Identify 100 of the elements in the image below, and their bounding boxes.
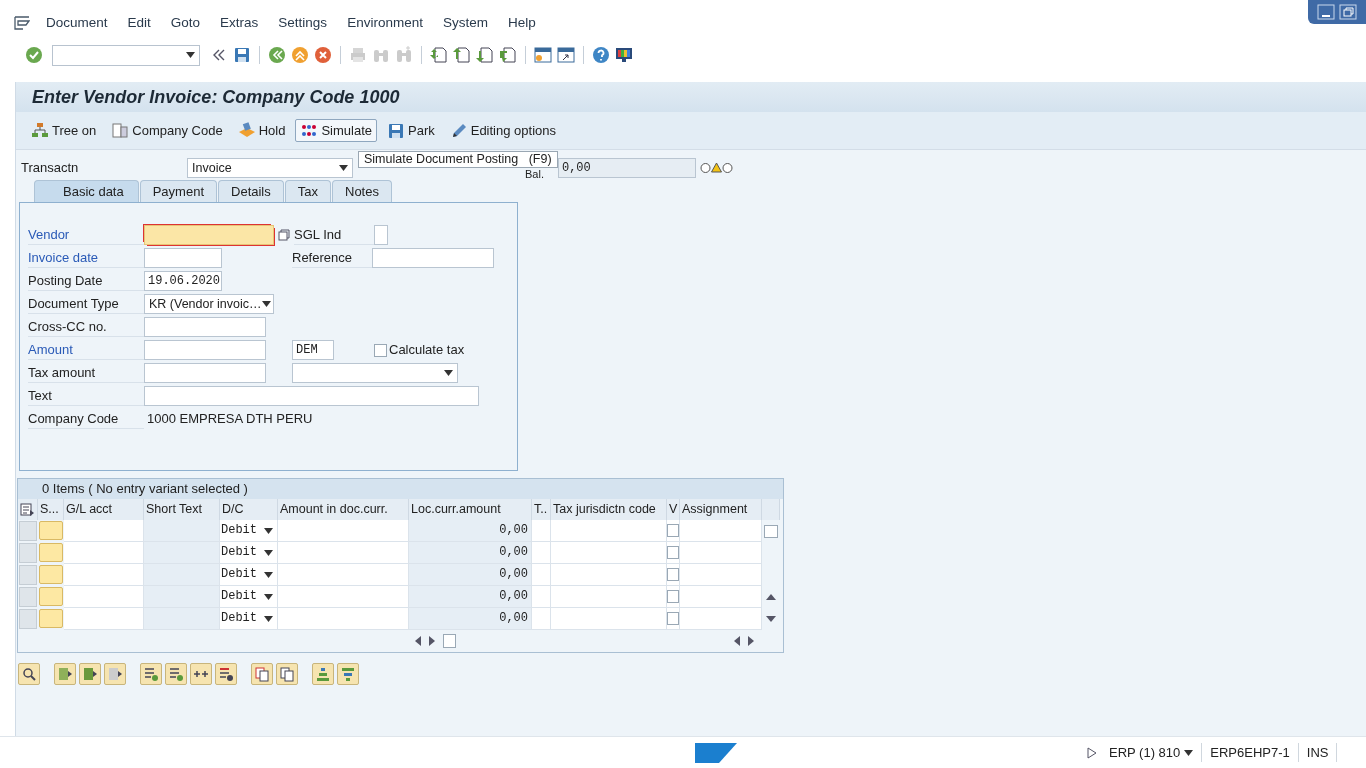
table-cell[interactable] [144, 608, 220, 630]
input-field[interactable] [144, 363, 266, 383]
toolbar-button[interactable] [165, 663, 187, 685]
checkbox[interactable] [667, 590, 679, 603]
status-cell[interactable] [39, 543, 63, 562]
checkbox[interactable] [667, 612, 679, 625]
toolbar-button[interactable] [104, 663, 126, 685]
toolbar-button[interactable] [54, 663, 76, 685]
table-cell[interactable] [278, 564, 409, 586]
shortcut-icon[interactable] [557, 46, 575, 64]
dropdown[interactable]: Debit [220, 608, 278, 630]
tab[interactable]: Notes [332, 180, 392, 202]
new-window-icon[interactable] [534, 46, 552, 64]
status-cell[interactable] [39, 609, 63, 628]
toolbar-button[interactable] [337, 663, 359, 685]
toolbar-button[interactable]: Tree on [26, 118, 102, 143]
column-header[interactable]: G/L acct [64, 499, 144, 520]
toolbar-button[interactable] [140, 663, 162, 685]
menu-item[interactable]: Document [36, 12, 118, 34]
dropdown[interactable]: Debit [220, 586, 278, 608]
table-cell[interactable] [551, 520, 667, 542]
column-header[interactable]: Assignment [680, 499, 762, 520]
scroll-left-icon[interactable] [734, 636, 740, 646]
transaction-select[interactable]: Invoice [187, 158, 353, 178]
menu-item[interactable]: Settings [268, 12, 338, 34]
menu-icon[interactable] [14, 16, 30, 30]
toolbar-button[interactable] [276, 663, 298, 685]
scrollbar-thumb[interactable] [443, 634, 456, 648]
scroll-down-icon[interactable] [766, 616, 776, 622]
row-selector[interactable] [19, 521, 37, 541]
restore-icon[interactable] [1339, 4, 1357, 20]
scroll-up-icon[interactable] [766, 594, 776, 600]
input-field[interactable] [144, 340, 266, 360]
table-cell[interactable] [551, 542, 667, 564]
dropdown[interactable]: KR (Vendor invoic… [144, 294, 274, 314]
toolbar-button[interactable]: Hold [232, 118, 291, 143]
table-cell[interactable] [278, 520, 409, 542]
minimize-icon[interactable] [1317, 4, 1335, 20]
checkbox[interactable] [667, 546, 679, 559]
menu-item[interactable]: Help [497, 12, 546, 34]
tab[interactable]: Payment [139, 180, 217, 202]
table-cell[interactable] [532, 586, 551, 608]
input-field[interactable]: 19.06.2020 [144, 271, 222, 291]
table-cell[interactable] [144, 542, 220, 564]
input-field[interactable]: DEM [292, 340, 334, 360]
menu-item[interactable]: Edit [117, 12, 161, 34]
first-page-icon[interactable] [430, 46, 448, 64]
toolbar-button[interactable] [312, 663, 334, 685]
row-selector[interactable] [19, 587, 37, 607]
menu-item[interactable]: Extras [210, 12, 269, 34]
scroll-left-icon[interactable] [415, 636, 421, 646]
exit-icon[interactable] [291, 46, 309, 64]
table-cell[interactable] [144, 586, 220, 608]
table-cell[interactable] [680, 564, 762, 586]
table-cell[interactable] [532, 542, 551, 564]
column-header[interactable]: Loc.curr.amount [409, 499, 532, 520]
checkbox[interactable] [667, 568, 679, 581]
column-header[interactable]: Tax jurisdictn code [551, 499, 667, 520]
table-cell[interactable] [144, 520, 220, 542]
command-field[interactable] [52, 44, 200, 66]
toolbar-button[interactable]: Company Code [106, 118, 228, 143]
menu-item[interactable]: System [432, 12, 498, 34]
toolbar-button[interactable]: Editing options [444, 118, 561, 143]
menu-item[interactable]: Goto [160, 12, 211, 34]
save-icon[interactable] [233, 46, 251, 64]
table-cell[interactable] [278, 586, 409, 608]
input-field[interactable] [372, 248, 494, 268]
table-cell[interactable] [532, 520, 551, 542]
previous-page-icon[interactable] [453, 46, 471, 64]
value-help-icon[interactable] [278, 229, 290, 241]
tab[interactable]: Basic data [34, 180, 139, 202]
input-field[interactable] [374, 225, 388, 245]
toolbar-button[interactable]: Park [382, 118, 440, 143]
row-selector[interactable] [19, 609, 37, 629]
table-cell[interactable] [278, 542, 409, 564]
table-cell[interactable] [680, 586, 762, 608]
table-cell[interactable] [667, 608, 680, 630]
column-header[interactable]: T.. [532, 499, 551, 520]
scroll-right-icon[interactable] [429, 636, 435, 646]
column-header[interactable]: S... [38, 499, 64, 520]
menu-item[interactable]: Environment [337, 12, 433, 34]
monitor-icon[interactable] [615, 46, 633, 64]
table-cell[interactable] [680, 542, 762, 564]
table-cell[interactable] [551, 564, 667, 586]
row-selector[interactable] [19, 565, 37, 585]
table-cell[interactable] [144, 564, 220, 586]
toolbar-button[interactable] [251, 663, 273, 685]
dropdown[interactable]: Debit [220, 520, 278, 542]
status-cell[interactable] [39, 521, 63, 540]
table-cell[interactable] [667, 520, 680, 542]
dropdown[interactable]: Debit [220, 564, 278, 586]
checkbox[interactable] [374, 343, 387, 357]
table-cell[interactable] [64, 586, 144, 608]
tab[interactable]: Details [218, 180, 284, 202]
checkbox[interactable] [667, 524, 679, 537]
table-cell[interactable] [64, 542, 144, 564]
help-icon[interactable] [592, 46, 610, 64]
input-field[interactable] [144, 225, 274, 245]
enter-icon[interactable] [25, 46, 43, 64]
table-cell[interactable] [551, 586, 667, 608]
